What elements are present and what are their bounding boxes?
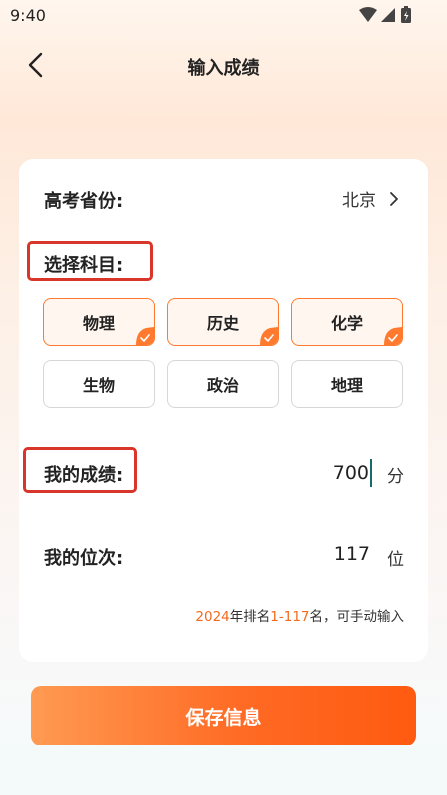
rank-hint-range: 1-117 xyxy=(270,609,310,625)
score-label: 我的成绩: xyxy=(44,465,124,486)
rank-hint-text2: 名，可手动输入 xyxy=(309,609,405,625)
score-input[interactable]: 700 xyxy=(333,459,372,487)
signal-icon xyxy=(381,8,395,22)
subject-option-history[interactable]: 历史 xyxy=(167,298,279,346)
check-icon xyxy=(136,327,154,345)
save-button[interactable]: 保存信息 xyxy=(31,686,416,746)
subject-option-label: 地理 xyxy=(330,376,363,395)
page-title: 输入成绩 xyxy=(187,58,260,79)
subject-option-label: 政治 xyxy=(206,376,239,395)
subject-option-geography[interactable]: 地理 xyxy=(291,360,403,408)
text-cursor xyxy=(370,459,372,487)
subject-option-physics[interactable]: 物理 xyxy=(43,298,155,346)
status-bar: 9:40 xyxy=(0,0,447,32)
wifi-icon xyxy=(359,7,377,22)
subject-option-label: 化学 xyxy=(330,314,363,333)
status-icons-group xyxy=(359,6,411,23)
rank-hint: 2024年排名1-117名，可手动输入 xyxy=(195,605,404,625)
rank-input[interactable]: 117 xyxy=(334,543,370,565)
status-icons xyxy=(359,6,415,24)
subject-option-label: 历史 xyxy=(206,314,239,333)
score-input-value: 700 xyxy=(332,462,369,484)
subject-option-label: 物理 xyxy=(82,314,115,333)
bottom-area xyxy=(0,745,447,795)
check-icon xyxy=(384,327,402,345)
rank-label: 我的位次: xyxy=(44,548,124,569)
chevron-right-icon xyxy=(390,191,398,206)
subject-option-label: 生物 xyxy=(82,376,115,395)
check-icon xyxy=(260,327,278,345)
battery-icon xyxy=(401,6,411,23)
province-label: 高考省份: xyxy=(44,191,124,212)
subject-option-politics[interactable]: 政治 xyxy=(167,360,279,408)
score-unit: 分 xyxy=(387,467,404,487)
subject-option-chemistry[interactable]: 化学 xyxy=(291,298,403,346)
rank-unit: 位 xyxy=(387,550,404,570)
status-time: 9:40 xyxy=(10,6,46,25)
rank-hint-year: 2024 xyxy=(195,609,230,625)
province-selector[interactable]: 北京 xyxy=(342,186,400,211)
subject-option-biology[interactable]: 生物 xyxy=(43,360,155,408)
score-form-card: 高考省份: 北京 选择科目: 物理 历史 化学 生物 政治 地理 我的成绩: 7… xyxy=(19,159,428,662)
nav-bar: 输入成绩 xyxy=(0,40,447,92)
province-value: 北京 xyxy=(342,191,376,211)
rank-hint-text1: 年排名 xyxy=(229,609,271,625)
subject-label: 选择科目: xyxy=(44,255,124,276)
